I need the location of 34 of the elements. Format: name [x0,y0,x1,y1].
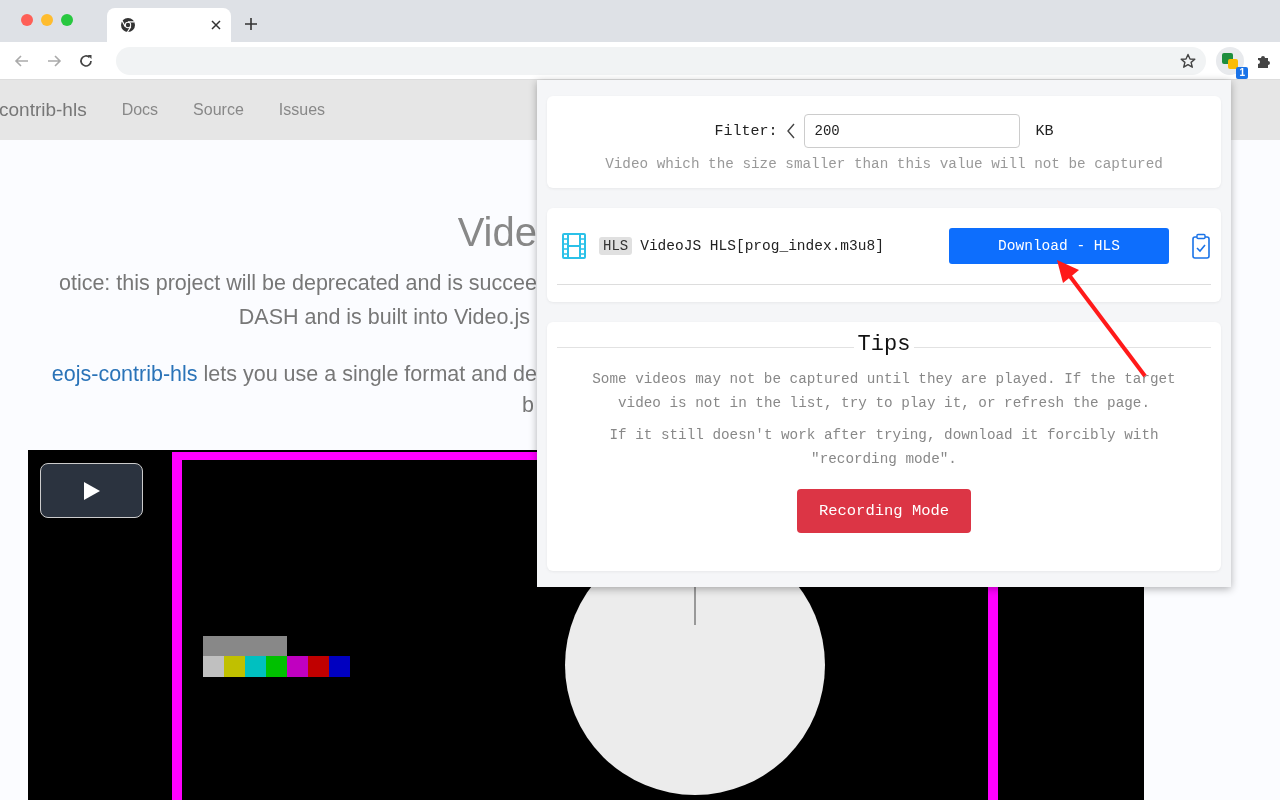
unit-label: KB [1035,122,1054,140]
tips-text: If it still doesn't work after trying, download it forcibly with "recording mode". [608,426,1160,469]
filter-input[interactable]: 200 [803,114,1020,148]
filter-label: Filter: [714,122,778,140]
browser-logo-icon [120,17,136,33]
page-heading: Vide [457,209,537,256]
nav-link[interactable]: Docs [121,101,159,119]
project-link[interactable]: eojs-contrib-hls [51,362,198,386]
tips-text: Some videos may not be captured until they are played. If the target video is not in the list, try to play it, or refresh the page. [591,370,1177,413]
format-tag: HLS [599,237,633,255]
close-icon[interactable] [211,20,221,30]
intro-text: b [522,392,535,419]
nav-link[interactable]: Source [193,101,244,119]
video-name: VideoJS HLS[prog_index.m3u8] [640,238,885,254]
play-button[interactable] [40,463,143,518]
film-icon [561,233,587,259]
star-icon[interactable] [1180,52,1196,69]
download-button[interactable]: Download - HLS [949,228,1169,264]
extension-logo-icon [1221,51,1239,70]
recording-mode-button[interactable]: Recording Mode [797,489,971,533]
filter-hint: Video which the size smaller than this value will not be captured [605,156,1163,172]
site-brand[interactable]: contrib-hls [0,99,87,121]
play-icon [83,481,100,500]
extension-badge: 1 [1236,66,1248,79]
clipboard-check-icon[interactable] [1191,233,1211,259]
browser-tab[interactable] [107,8,231,42]
reload-icon[interactable] [78,52,94,69]
less-than-icon [785,123,796,139]
intro-text: lets you use a single format and de [202,362,537,386]
notice-text: otice: this project will be deprecated and is succee [58,270,537,297]
new-tab-icon[interactable] [245,18,257,30]
notice-text: DASH and is built into Video.js [238,304,531,331]
tips-title: Tips [857,332,911,357]
nav-link[interactable]: Issues [278,101,326,119]
